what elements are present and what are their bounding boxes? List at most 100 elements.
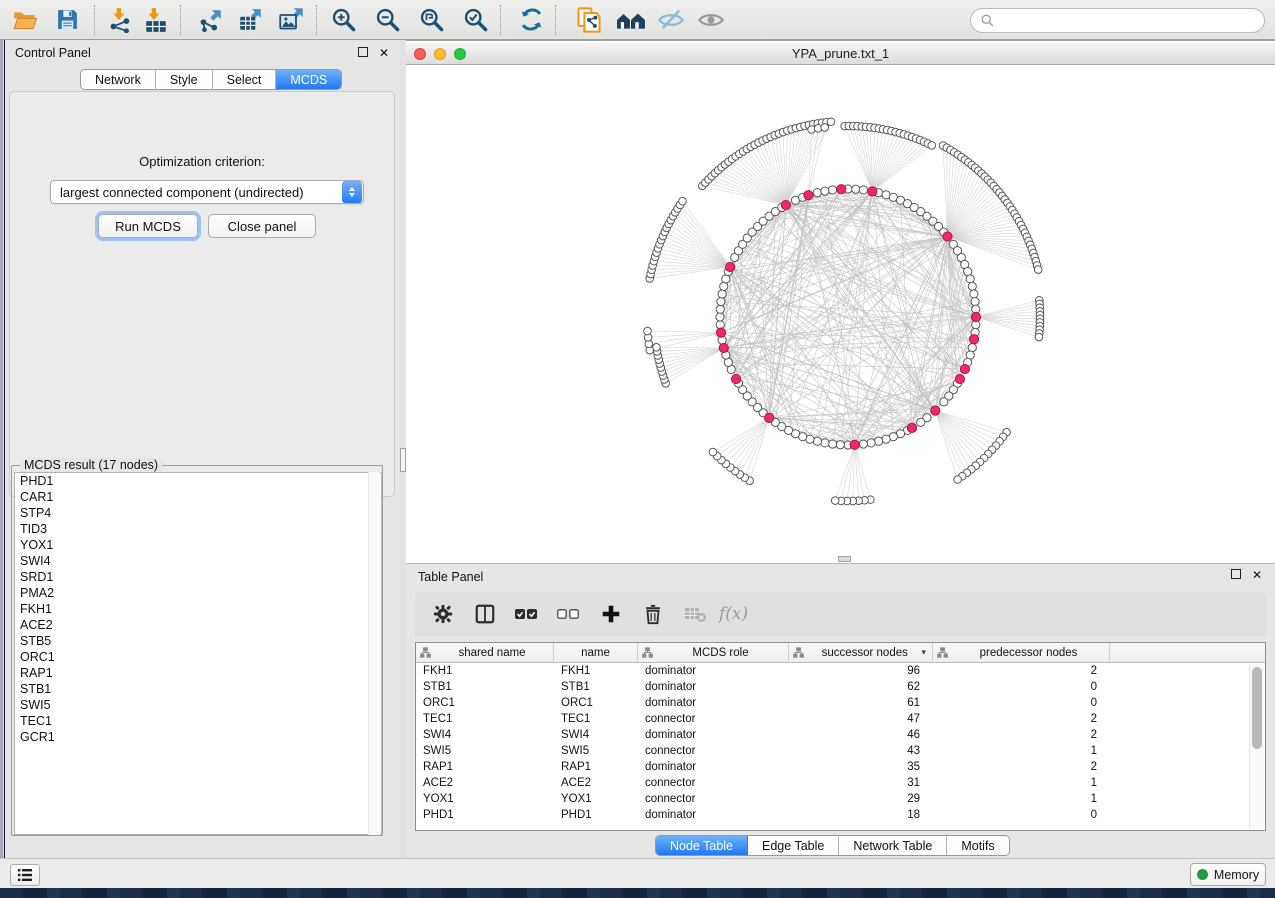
network-node[interactable] <box>836 441 844 449</box>
mcds-result-item[interactable]: ACE2 <box>15 617 381 633</box>
float-table-panel-icon[interactable] <box>1231 569 1243 581</box>
network-leaf-node[interactable] <box>709 448 717 456</box>
table-scrollbar-thumb[interactable] <box>1252 667 1262 749</box>
table-scrollbar[interactable] <box>1249 664 1264 830</box>
network-leaf-node[interactable] <box>954 476 962 484</box>
network-node[interactable] <box>828 440 836 448</box>
mcds-hub-node[interactable] <box>969 335 978 344</box>
mcds-hub-node[interactable] <box>731 374 740 383</box>
mcds-hub-node[interactable] <box>955 374 964 383</box>
network-node[interactable] <box>720 282 728 290</box>
network-node[interactable] <box>867 439 875 447</box>
table-row[interactable]: TEC1TEC1connector472 <box>416 711 1265 727</box>
search-input[interactable] <box>995 11 1264 31</box>
mcds-result-item[interactable]: ORC1 <box>15 649 381 665</box>
import-table-icon[interactable] <box>141 6 171 34</box>
network-leaf-node[interactable] <box>831 497 839 505</box>
network-node[interactable] <box>813 189 821 197</box>
network-node[interactable] <box>875 437 883 445</box>
duplicate-network-icon[interactable] <box>574 6 604 34</box>
mcds-list-scrollbar[interactable] <box>368 472 380 835</box>
delete-table-icon[interactable] <box>681 600 709 628</box>
mcds-result-item[interactable]: SWI4 <box>15 553 381 569</box>
mcds-result-item[interactable]: FKH1 <box>15 601 381 617</box>
column-header-predecessor-nodes[interactable]: predecessor nodes <box>933 643 1110 662</box>
network-node[interactable] <box>971 297 979 305</box>
function-builder-icon[interactable]: f(x) <box>719 604 748 624</box>
network-leaf-node[interactable] <box>1035 333 1043 341</box>
close-panel-button[interactable]: Close panel <box>208 214 316 238</box>
panel-menu-button[interactable] <box>10 864 40 886</box>
float-panel-icon[interactable] <box>358 47 370 59</box>
mcds-hub-node[interactable] <box>907 423 916 432</box>
mcds-result-item[interactable]: PHD1 <box>15 473 381 489</box>
network-node[interactable] <box>718 290 726 298</box>
column-header-mcds-role[interactable]: MCDS role <box>638 643 789 662</box>
column-header-shared-name[interactable]: shared name <box>416 643 554 662</box>
mcds-hub-node[interactable] <box>971 312 980 321</box>
run-mcds-button[interactable]: Run MCDS <box>98 214 198 238</box>
mcds-result-item[interactable]: TID3 <box>15 521 381 537</box>
mcds-hub-node[interactable] <box>781 200 790 209</box>
mcds-hub-node[interactable] <box>837 185 846 194</box>
memory-button[interactable]: Memory <box>1190 863 1266 886</box>
table-row[interactable]: STB1STB1dominator620 <box>416 679 1265 695</box>
table-row[interactable]: SWI4SWI4dominator462 <box>416 727 1265 743</box>
refresh-view-icon[interactable] <box>516 6 546 34</box>
network-leaf-node[interactable] <box>644 327 652 335</box>
first-neighbors-icon[interactable] <box>616 6 646 34</box>
mcds-hub-node[interactable] <box>716 328 725 337</box>
search-box[interactable] <box>970 8 1265 33</box>
mcds-result-item[interactable]: TEC1 <box>15 713 381 729</box>
table-row[interactable]: ORC1ORC1dominator610 <box>416 695 1265 711</box>
table-tab-motifs[interactable]: Motifs <box>947 836 1008 855</box>
network-node[interactable] <box>828 186 836 194</box>
open-file-icon[interactable] <box>10 6 40 34</box>
mcds-hub-node[interactable] <box>868 187 877 196</box>
network-leaf-node[interactable] <box>827 118 835 126</box>
select-all-icon[interactable] <box>513 600 541 628</box>
mcds-result-item[interactable]: SRD1 <box>15 569 381 585</box>
add-column-icon[interactable] <box>597 600 625 628</box>
network-node[interactable] <box>717 297 725 305</box>
network-node[interactable] <box>813 437 821 445</box>
mcds-result-item[interactable]: SWI5 <box>15 697 381 713</box>
network-node[interactable] <box>859 186 867 194</box>
table-row[interactable]: RAP1RAP1dominator352 <box>416 759 1265 775</box>
mcds-hub-node[interactable] <box>726 262 735 271</box>
import-network-icon[interactable] <box>106 6 136 34</box>
tab-mcds[interactable]: MCDS <box>276 70 341 89</box>
network-node[interactable] <box>966 275 974 283</box>
mcds-hub-node[interactable] <box>960 364 969 373</box>
table-row[interactable]: ACE2ACE2connector311 <box>416 775 1265 791</box>
network-node[interactable] <box>917 418 925 426</box>
mcds-result-item[interactable]: GCR1 <box>15 729 381 745</box>
network-node[interactable] <box>968 344 976 352</box>
table-row[interactable]: YOX1YOX1connector291 <box>416 791 1265 807</box>
mcds-result-list[interactable]: PHD1CAR1STP4TID3YOX1SWI4SRD1PMA2FKH1ACE2… <box>14 472 382 835</box>
mcds-result-item[interactable]: CAR1 <box>15 489 381 505</box>
tab-style[interactable]: Style <box>156 70 213 89</box>
network-node[interactable] <box>821 439 829 447</box>
mcds-hub-node[interactable] <box>931 406 940 415</box>
network-node[interactable] <box>716 313 724 321</box>
horizontal-splitter-handle[interactable] <box>838 556 851 562</box>
column-header-name[interactable]: name <box>554 643 638 662</box>
table-tab-network-table[interactable]: Network Table <box>839 836 947 855</box>
table-row[interactable]: PHD1PHD1dominator180 <box>416 807 1265 823</box>
close-table-panel-icon[interactable]: ✕ <box>1251 569 1263 581</box>
node-table[interactable]: shared namenameMCDS rolesuccessor nodes▾… <box>415 642 1266 831</box>
network-node[interactable] <box>852 185 860 193</box>
mcds-result-item[interactable]: STB5 <box>15 633 381 649</box>
column-header-successor-nodes[interactable]: successor nodes▾ <box>789 643 933 662</box>
network-node[interactable] <box>882 435 890 443</box>
network-canvas[interactable] <box>406 66 1275 564</box>
network-node[interactable] <box>968 282 976 290</box>
hide-selected-icon[interactable] <box>656 6 686 34</box>
mcds-hub-node[interactable] <box>765 413 774 422</box>
mcds-result-item[interactable]: STB1 <box>15 681 381 697</box>
table-tab-node-table[interactable]: Node Table <box>656 836 748 855</box>
save-session-icon[interactable] <box>52 6 82 34</box>
network-leaf-node[interactable] <box>821 124 829 132</box>
network-node[interactable] <box>821 187 829 195</box>
